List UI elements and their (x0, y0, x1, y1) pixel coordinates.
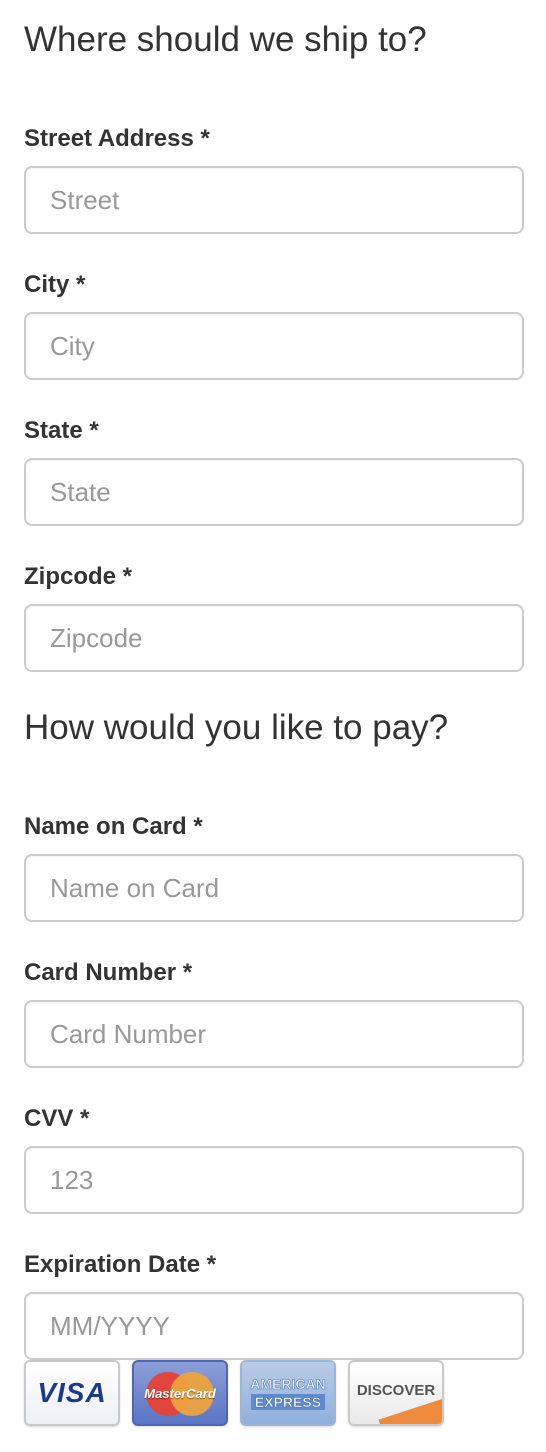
state-label: State * (24, 417, 99, 444)
accepted-cards: VISA MasterCard AMERICAN EXPRESS DISCOVE… (24, 1360, 444, 1426)
city-label: City * (24, 271, 86, 298)
expiration-date-input[interactable] (24, 1292, 524, 1360)
cvv-input[interactable] (24, 1146, 524, 1214)
discover-logo-text: DISCOVER (356, 1381, 436, 1399)
visa-logo-text: VISA (37, 1377, 107, 1408)
street-address-input[interactable] (24, 166, 524, 234)
street-address-label: Street Address * (24, 125, 210, 152)
card-number-label: Card Number * (24, 959, 193, 986)
shipping-heading: Where should we ship to? (24, 20, 427, 59)
name-on-card-input[interactable] (24, 854, 524, 922)
visa-card-icon: VISA (24, 1360, 120, 1426)
card-number-input[interactable] (24, 1000, 524, 1068)
american-express-card-icon: AMERICAN EXPRESS (240, 1360, 336, 1426)
name-on-card-label: Name on Card * (24, 813, 203, 840)
zipcode-input[interactable] (24, 604, 524, 672)
city-input[interactable] (24, 312, 524, 380)
mastercard-card-icon: MasterCard (132, 1360, 228, 1426)
state-input[interactable] (24, 458, 524, 526)
expiration-date-label: Expiration Date * (24, 1251, 217, 1278)
amex-logo-line1: AMERICAN (250, 1376, 326, 1393)
payment-heading: How would you like to pay? (24, 708, 449, 747)
zipcode-label: Zipcode * (24, 563, 133, 590)
mastercard-logo-text: MasterCard (144, 1385, 216, 1401)
amex-logo-line2: EXPRESS (250, 1394, 326, 1410)
cvv-label: CVV * (24, 1105, 90, 1132)
discover-card-icon: DISCOVER (348, 1360, 444, 1426)
